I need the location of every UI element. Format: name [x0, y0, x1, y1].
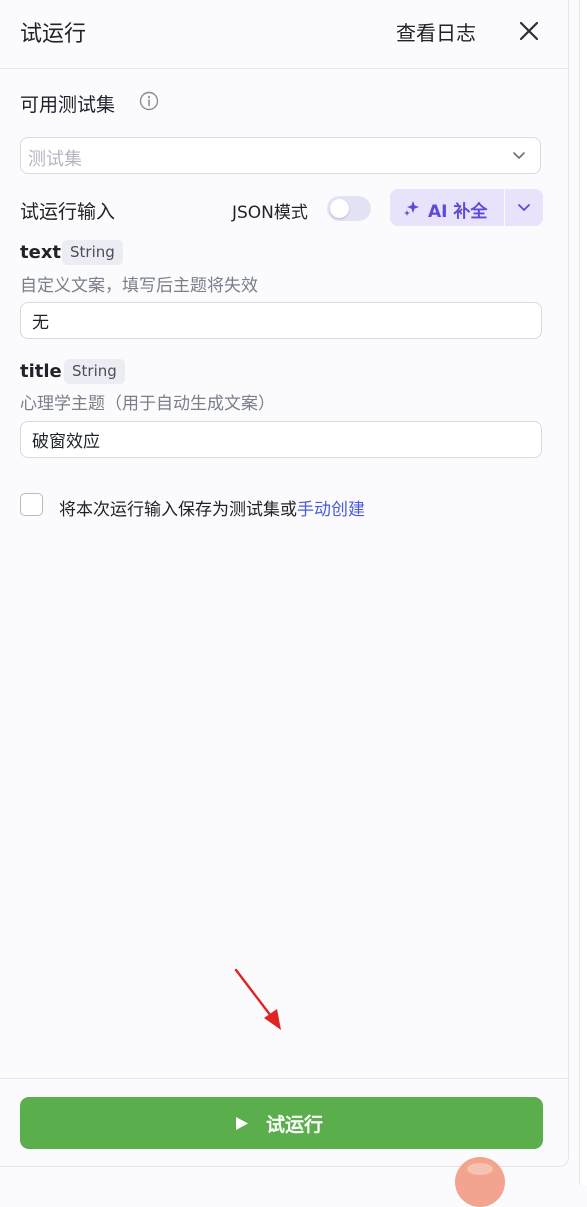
save-test-set-checkbox[interactable]	[20, 493, 43, 516]
avatar-highlight	[467, 1163, 493, 1175]
manual-create-link[interactable]: 手动创建	[297, 500, 365, 520]
test-run-panel: 试运行 查看日志 可用测试集 测试集 试运行输入 JSON模式 AI 补全 te	[0, 0, 569, 1167]
panel-title: 试运行	[20, 22, 87, 47]
ai-fill-label: AI 补全	[428, 202, 488, 222]
field-type-badge: String	[64, 359, 125, 384]
chevron-down-icon	[513, 152, 525, 159]
save-test-set-label: 将本次运行输入保存为测试集或	[59, 500, 297, 520]
sparkle-icon	[404, 201, 419, 216]
field-type-badge: String	[62, 240, 123, 265]
play-icon	[236, 1117, 248, 1130]
field-description: 心理学主题（用于自动生成文案）	[20, 394, 275, 414]
red-arrow-annotation	[234, 968, 281, 1030]
run-button[interactable]: 试运行	[20, 1097, 543, 1149]
close-icon[interactable]	[512, 14, 546, 48]
chevron-down-icon	[518, 204, 530, 211]
test-set-label: 可用测试集	[20, 94, 116, 116]
run-button-label: 试运行	[266, 1114, 324, 1136]
view-log-button[interactable]: 查看日志	[396, 17, 476, 46]
info-icon[interactable]	[139, 91, 159, 111]
test-set-placeholder: 测试集	[28, 149, 82, 170]
field-description: 自定义文案，填写后主题将失效	[20, 276, 258, 296]
text-field-input[interactable]	[20, 302, 542, 339]
panel-header: 试运行 查看日志	[0, 0, 568, 69]
run-input-label: 试运行输入	[20, 201, 116, 223]
test-set-select[interactable]: 测试集	[20, 137, 541, 174]
field-name-title: title	[20, 361, 62, 382]
title-field-input[interactable]	[20, 421, 542, 458]
json-mode-label: JSON模式	[232, 203, 308, 223]
ai-fill-dropdown-button[interactable]	[505, 189, 543, 226]
footer-divider	[0, 1078, 568, 1079]
assistant-avatar[interactable]	[455, 1157, 505, 1207]
field-name-text: text	[20, 242, 62, 263]
json-mode-toggle[interactable]	[327, 196, 371, 221]
outer-window-edge	[579, 0, 587, 1185]
save-test-set-text: 将本次运行输入保存为测试集或手动创建	[59, 495, 365, 520]
ai-fill-button[interactable]: AI 补全	[390, 189, 504, 226]
toggle-knob	[330, 199, 349, 218]
